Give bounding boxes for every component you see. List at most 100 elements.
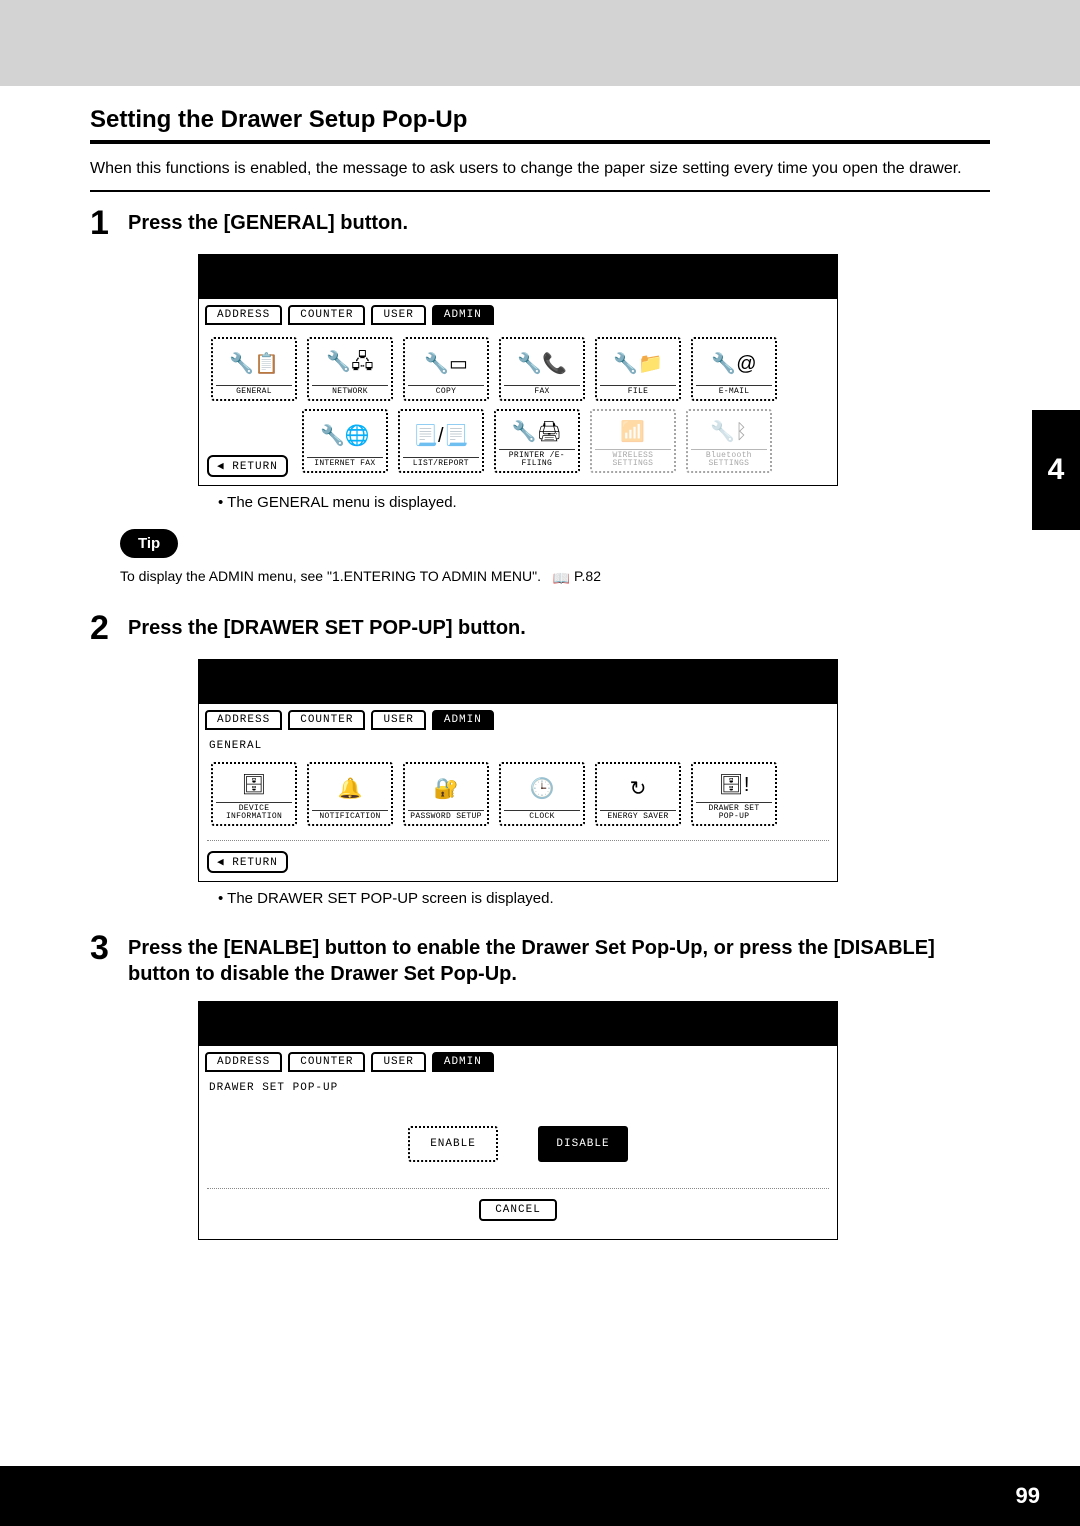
tab-admin-3[interactable]: ADMIN <box>432 1052 494 1072</box>
tip-badge: Tip <box>120 529 178 558</box>
step-2: 2 Press the [DRAWER SET POP-UP] button. … <box>90 611 990 907</box>
step-1-number: 1 <box>90 206 118 240</box>
copy-button[interactable]: 🔧▭ COPY <box>403 337 489 401</box>
email-button[interactable]: 🔧@ E-MAIL <box>691 337 777 401</box>
icon-grid-general: 🗄 DEVICE INFORMATION 🔔 NOTIFICATION 🔐 PA… <box>207 758 829 830</box>
general-label: GENERAL <box>216 385 292 396</box>
password-label: PASSWORD SETUP <box>408 810 484 821</box>
page-number: 99 <box>1016 1483 1040 1509</box>
fax-icon: 🔧📞 <box>517 342 567 385</box>
step-2-screen: ADDRESS COUNTER USER ADMIN GENERAL 🗄 DEV… <box>198 659 838 882</box>
network-icon: 🔧🖧 <box>326 342 373 385</box>
listreport-label: LIST/REPORT <box>403 457 479 468</box>
return-button[interactable]: ◀ RETURN <box>207 455 288 477</box>
notification-label: NOTIFICATION <box>312 810 388 821</box>
icon-grid-row1: 🔧📋 GENERAL 🔧🖧 NETWORK 🔧▭ COPY 🔧� <box>207 333 829 405</box>
bluetooth-icon: 🔧ᛒ <box>710 414 747 448</box>
screen-header-black-3 <box>199 1002 837 1046</box>
tab-user-3[interactable]: USER <box>371 1052 425 1072</box>
tab-admin-2[interactable]: ADMIN <box>432 710 494 730</box>
return-button-2[interactable]: ◀ RETURN <box>207 851 288 873</box>
wireless-label: WIRELESS SETTINGS <box>595 449 671 469</box>
tab-address[interactable]: ADDRESS <box>205 305 282 325</box>
clock-label: CLOCK <box>504 810 580 821</box>
tab-address-2[interactable]: ADDRESS <box>205 710 282 730</box>
printer-efiling-button[interactable]: 🔧🖨 PRINTER /E-FILING <box>494 409 580 473</box>
divider-thin <box>90 190 990 192</box>
drawersetpopup-button[interactable]: 🗄! DRAWER SET POP-UP <box>691 762 777 826</box>
step-3-screen: ADDRESS COUNTER USER ADMIN DRAWER SET PO… <box>198 1001 838 1240</box>
internetfax-icon: 🔧🌐 <box>320 414 370 457</box>
deviceinfo-button[interactable]: 🗄 DEVICE INFORMATION <box>211 762 297 826</box>
screen-tabs: ADDRESS COUNTER USER ADMIN <box>199 299 837 325</box>
deviceinfo-label: DEVICE INFORMATION <box>216 802 292 822</box>
listreport-icon: 📃/📃 <box>413 414 468 457</box>
notification-button[interactable]: 🔔 NOTIFICATION <box>307 762 393 826</box>
tab-counter-2[interactable]: COUNTER <box>288 710 365 730</box>
step-3-title: Press the [ENALBE] button to enable the … <box>128 931 990 987</box>
network-button[interactable]: 🔧🖧 NETWORK <box>307 337 393 401</box>
screen-tabs-2: ADDRESS COUNTER USER ADMIN <box>199 704 837 730</box>
step-1-bullet: The GENERAL menu is displayed. <box>218 494 990 511</box>
wireless-button: 📶 WIRELESS SETTINGS <box>590 409 676 473</box>
breadcrumb-general: GENERAL <box>207 738 829 758</box>
password-icon: 🔐 <box>434 767 459 810</box>
tab-user-2[interactable]: USER <box>371 710 425 730</box>
energy-icon: ↻ <box>630 767 647 810</box>
icon-grid-row2: 🔧🌐 INTERNET FAX 📃/📃 LIST/REPORT 🔧🖨 PRINT… <box>298 405 829 477</box>
email-label: E-MAIL <box>696 385 772 396</box>
book-icon: 📖 <box>545 570 570 587</box>
fax-label: FAX <box>504 385 580 396</box>
clock-button[interactable]: 🕒 CLOCK <box>499 762 585 826</box>
screen-header-black <box>199 255 837 299</box>
network-label: NETWORK <box>312 385 388 396</box>
energy-label: ENERGY SAVER <box>600 810 676 821</box>
passwordsetup-button[interactable]: 🔐 PASSWORD SETUP <box>403 762 489 826</box>
tab-admin[interactable]: ADMIN <box>432 305 494 325</box>
tab-counter[interactable]: COUNTER <box>288 305 365 325</box>
bluetooth-button: 🔧ᛒ Bluetooth SETTINGS <box>686 409 772 473</box>
deviceinfo-icon: 🗄 <box>241 767 266 801</box>
screen-tabs-3: ADDRESS COUNTER USER ADMIN <box>199 1046 837 1072</box>
step-1: 1 Press the [GENERAL] button. ADDRESS CO… <box>90 206 990 587</box>
copy-label: COPY <box>408 385 484 396</box>
enable-button[interactable]: ENABLE <box>408 1126 498 1162</box>
screen-header-black-2 <box>199 660 837 704</box>
internetfax-button[interactable]: 🔧🌐 INTERNET FAX <box>302 409 388 473</box>
tab-address-3[interactable]: ADDRESS <box>205 1052 282 1072</box>
divider-thick <box>90 140 990 144</box>
file-label: FILE <box>600 385 676 396</box>
fax-button[interactable]: 🔧📞 FAX <box>499 337 585 401</box>
file-icon: 🔧📁 <box>613 342 663 385</box>
step-2-number: 2 <box>90 611 118 645</box>
tab-counter-3[interactable]: COUNTER <box>288 1052 365 1072</box>
cancel-button[interactable]: CANCEL <box>479 1199 557 1221</box>
internetfax-label: INTERNET FAX <box>307 457 383 468</box>
copy-icon: 🔧▭ <box>424 342 468 385</box>
file-button[interactable]: 🔧📁 FILE <box>595 337 681 401</box>
wireless-icon: 📶 <box>620 414 645 448</box>
step-3-number: 3 <box>90 931 118 965</box>
top-gray-bar <box>0 0 1080 86</box>
disable-button[interactable]: DISABLE <box>538 1126 628 1162</box>
breadcrumb-drawerset: DRAWER SET POP-UP <box>207 1080 829 1100</box>
tab-user[interactable]: USER <box>371 305 425 325</box>
clock-icon: 🕒 <box>530 767 555 810</box>
printer-label: PRINTER /E-FILING <box>499 449 575 469</box>
listreport-button[interactable]: 📃/📃 LIST/REPORT <box>398 409 484 473</box>
drawerset-label: DRAWER SET POP-UP <box>696 802 772 822</box>
chapter-tab: 4 <box>1032 410 1080 530</box>
section-title: Setting the Drawer Setup Pop-Up <box>90 106 990 134</box>
notification-icon: 🔔 <box>338 767 363 810</box>
general-button[interactable]: 🔧📋 GENERAL <box>211 337 297 401</box>
step-2-title: Press the [DRAWER SET POP-UP] button. <box>128 611 526 641</box>
footer-bar: 99 <box>0 1466 1080 1526</box>
general-icon: 🔧📋 <box>229 342 279 385</box>
tip-text: To display the ADMIN menu, see "1.ENTERI… <box>120 568 990 587</box>
step-3: 3 Press the [ENALBE] button to enable th… <box>90 931 990 1240</box>
email-icon: 🔧@ <box>711 342 756 385</box>
printer-icon: 🔧🖨 <box>512 414 562 448</box>
step-1-title: Press the [GENERAL] button. <box>128 206 408 236</box>
step-2-bullet: The DRAWER SET POP-UP screen is displaye… <box>218 890 990 907</box>
energysaver-button[interactable]: ↻ ENERGY SAVER <box>595 762 681 826</box>
